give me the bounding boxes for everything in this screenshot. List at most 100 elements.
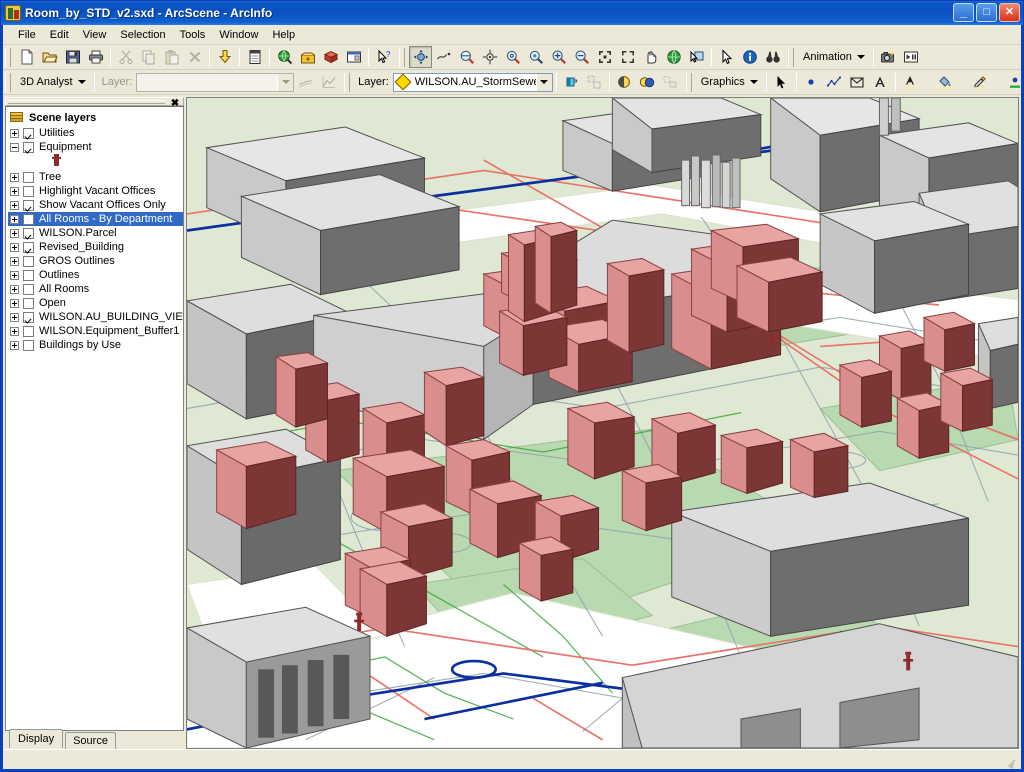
layer-row-highlight-vacant-offices[interactable]: Highlight Vacant Offices — [8, 184, 183, 198]
minimize-button[interactable]: _ — [953, 3, 974, 22]
toolbar-grip[interactable] — [5, 72, 11, 92]
create-profile-graph-button[interactable] — [317, 71, 340, 93]
font-color-dropdown[interactable] — [922, 71, 934, 93]
layer-visibility-checkbox[interactable] — [23, 325, 34, 337]
collapse-toggle[interactable] — [10, 142, 19, 152]
line-color-dropdown[interactable] — [992, 71, 1004, 93]
layer-visibility-checkbox[interactable] — [23, 141, 34, 153]
paste-button[interactable] — [160, 46, 183, 68]
navigate-tool[interactable] — [409, 46, 432, 68]
scene-layer-effects-button[interactable] — [560, 71, 583, 93]
layer-row-wilson-au-building-view[interactable]: WILSON.AU_BUILDING_VIEW — [8, 310, 183, 324]
chevron-down-icon[interactable] — [277, 73, 294, 91]
menu-file[interactable]: File — [11, 27, 43, 43]
zoom-out-tool[interactable] — [570, 46, 593, 68]
zoom-in-tool[interactable] — [547, 46, 570, 68]
marker-color-button[interactable] — [1004, 71, 1024, 93]
resize-grip[interactable] — [1004, 753, 1018, 769]
layer-row-all-rooms[interactable]: All Rooms — [8, 282, 183, 296]
fill-color-dropdown[interactable] — [957, 71, 969, 93]
fly-tool[interactable] — [432, 46, 455, 68]
whats-this-button[interactable]: ? — [372, 46, 395, 68]
layer-visibility-checkbox[interactable] — [23, 199, 34, 211]
expand-toggle[interactable] — [10, 256, 19, 266]
layer-visibility-checkbox[interactable] — [23, 213, 34, 225]
model-builder-button[interactable] — [319, 46, 342, 68]
new-text-tool[interactable] — [869, 71, 892, 93]
layer-row-show-vacant-offices-only[interactable]: Show Vacant Offices Only — [8, 198, 183, 212]
expand-toggle[interactable] — [10, 340, 19, 350]
layer-visibility-checkbox[interactable] — [23, 255, 34, 267]
arccatalog-button[interactable] — [273, 46, 296, 68]
layer-row-tree[interactable]: Tree — [8, 170, 183, 184]
delete-button[interactable] — [183, 46, 206, 68]
tab-source[interactable]: Source — [65, 732, 116, 749]
layer-visibility-checkbox[interactable] — [23, 127, 34, 139]
analyst-layer-combo[interactable] — [136, 72, 295, 92]
set-observer-tool[interactable] — [524, 46, 547, 68]
shadows-button[interactable] — [613, 71, 636, 93]
layer-row-revised-building[interactable]: Revised_Building — [8, 240, 183, 254]
scene-viewport[interactable] — [186, 97, 1019, 749]
toc-drag-handle[interactable] — [8, 99, 165, 104]
layer-visibility-checkbox[interactable] — [23, 171, 34, 183]
expand-toggle[interactable] — [10, 326, 19, 336]
layer-row-buildings-by-use[interactable]: Buildings by Use — [8, 338, 183, 352]
layer-visibility-checkbox[interactable] — [23, 227, 34, 239]
menu-selection[interactable]: Selection — [113, 27, 172, 43]
print-button[interactable] — [84, 46, 107, 68]
layer-row-utilities[interactable]: Utilities — [8, 126, 183, 140]
copy-button[interactable] — [137, 46, 160, 68]
expand-toggle[interactable] — [10, 242, 19, 252]
layer-row-open[interactable]: Open — [8, 296, 183, 310]
illumination-button[interactable] — [636, 71, 659, 93]
expand-toggle[interactable] — [10, 312, 19, 322]
layer-row-gros-outlines[interactable]: GROS Outlines — [8, 254, 183, 268]
arctoolbox-button[interactable] — [296, 46, 319, 68]
layer-tree[interactable]: Scene layers Utilities Equipment Tree Hi… — [5, 106, 184, 731]
animation-menu-button[interactable]: Animation — [798, 46, 870, 68]
maximize-button[interactable]: □ — [976, 3, 997, 22]
layer-visibility-checkbox[interactable] — [23, 339, 34, 351]
three-d-analyst-menu-button[interactable]: 3D Analyst — [15, 71, 91, 93]
expand-toggle[interactable] — [10, 186, 19, 196]
zoom-out-fixed-button[interactable] — [616, 46, 639, 68]
new-line-tool[interactable] — [823, 71, 846, 93]
full-extent-button[interactable] — [662, 46, 685, 68]
identify-tool[interactable] — [738, 46, 761, 68]
swipe-button[interactable] — [583, 71, 606, 93]
effects-layer-combo[interactable]: WILSON.AU_StormSewerLine — [392, 72, 553, 92]
save-document-button[interactable] — [61, 46, 84, 68]
pan-tool[interactable] — [639, 46, 662, 68]
layer-visibility-checkbox[interactable] — [23, 185, 34, 197]
new-polygon-tool[interactable] — [846, 71, 869, 93]
chevron-down-icon[interactable] — [535, 73, 552, 91]
toolbar-grip[interactable] — [5, 47, 11, 67]
layer-visibility-checkbox[interactable] — [23, 283, 34, 295]
expand-toggle[interactable] — [10, 228, 19, 238]
select-elements-tool[interactable] — [770, 71, 793, 93]
layer-visibility-checkbox[interactable] — [23, 311, 34, 323]
interpolate-line-button[interactable] — [294, 71, 317, 93]
expand-toggle[interactable] — [10, 298, 19, 308]
open-document-button[interactable] — [38, 46, 61, 68]
layer-row-outlines[interactable]: Outlines — [8, 268, 183, 282]
toolbar-grip[interactable] — [685, 72, 692, 92]
expand-toggle[interactable] — [10, 284, 19, 294]
center-on-target-tool[interactable] — [478, 46, 501, 68]
expand-toggle[interactable] — [10, 200, 19, 210]
menu-edit[interactable]: Edit — [43, 27, 76, 43]
menu-tools[interactable]: Tools — [173, 27, 213, 43]
fill-color-button[interactable] — [934, 71, 957, 93]
toolbar-grip[interactable] — [344, 72, 351, 92]
graphics-menu-button[interactable]: Graphics — [696, 71, 763, 93]
layer-visibility-checkbox[interactable] — [23, 297, 34, 309]
expand-toggle[interactable] — [10, 214, 19, 224]
zoom-to-target-tool[interactable] — [501, 46, 524, 68]
toolbar-grip[interactable] — [399, 47, 405, 67]
cut-button[interactable] — [114, 46, 137, 68]
toolbar-grip[interactable] — [788, 47, 794, 67]
zoom-in-fixed-button[interactable] — [593, 46, 616, 68]
layer-visibility-checkbox[interactable] — [23, 241, 34, 253]
layer-row-all-rooms-by-department[interactable]: All Rooms - By Department — [8, 212, 183, 226]
